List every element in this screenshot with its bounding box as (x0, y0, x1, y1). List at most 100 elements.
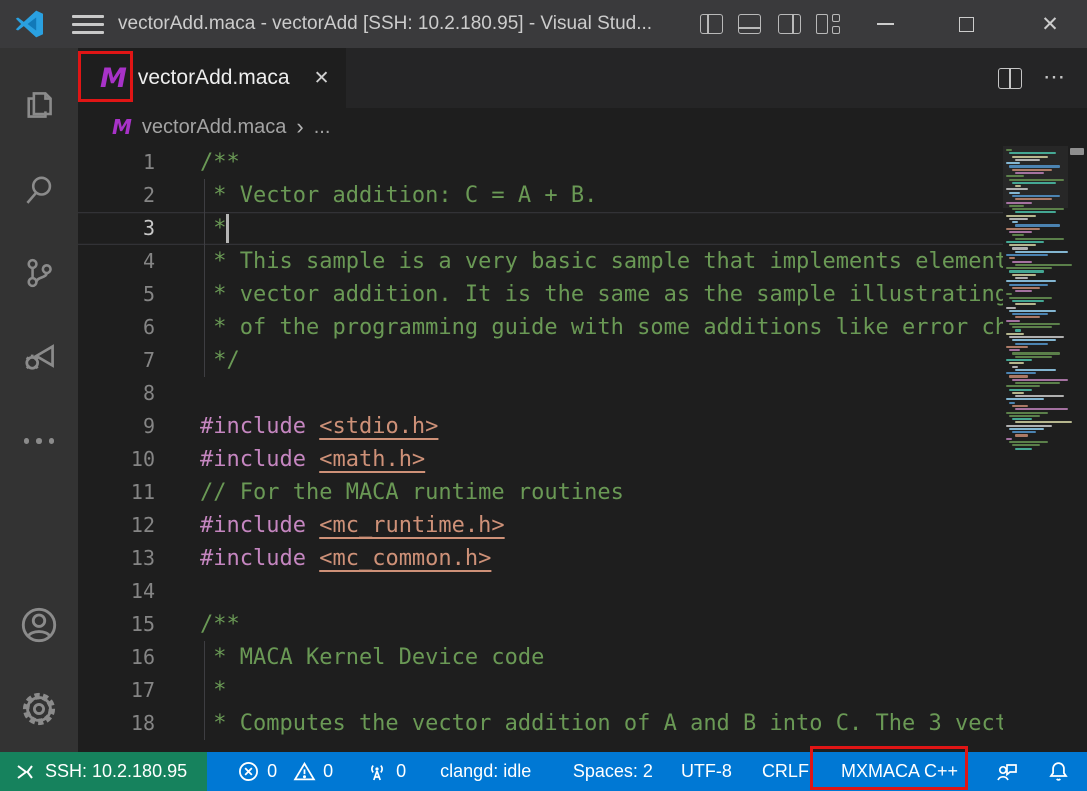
toggle-secondary-sidebar-icon[interactable] (778, 14, 801, 34)
remote-ssh-icon (14, 761, 36, 783)
code-line[interactable]: 5 * vector addition. It is the same as t… (78, 278, 1003, 311)
text-cursor (226, 214, 229, 243)
toggle-panel-icon[interactable] (738, 14, 761, 34)
code-line[interactable]: 14 (78, 575, 1003, 608)
line-number[interactable]: 1 (78, 146, 155, 179)
close-button[interactable]: ✕ (1027, 0, 1073, 48)
eol-status[interactable]: CRLF (762, 761, 809, 782)
code-line-text: * Vector addition: C = A + B. (200, 179, 1003, 212)
code-line[interactable]: 6 * of the programming guide with some a… (78, 311, 1003, 344)
close-icon: ✕ (1041, 14, 1059, 35)
code-line[interactable]: 12 #include <mc_runtime.h> (78, 509, 1003, 542)
line-number[interactable]: 7 (78, 344, 155, 377)
code-line[interactable]: 2 * Vector addition: C = A + B. (78, 179, 1003, 212)
error-count: 0 (267, 761, 277, 782)
activity-bar-more[interactable] (0, 406, 78, 476)
settings-button[interactable] (0, 674, 78, 744)
title-bar: vectorAdd.maca - vectorAdd [SSH: 10.2.18… (0, 0, 1087, 48)
error-icon (237, 760, 260, 783)
line-number[interactable]: 6 (78, 311, 155, 344)
encoding-status[interactable]: UTF-8 (681, 761, 732, 782)
code-line[interactable]: 1/** (78, 146, 1003, 179)
code-line[interactable]: 3 * (78, 212, 1003, 245)
broadcast-icon (365, 760, 389, 784)
sidebar-item-explorer[interactable] (0, 70, 78, 140)
code-line[interactable]: 7 */ (78, 344, 1003, 377)
code-line-text: * vector addition. It is the same as the… (200, 278, 1003, 311)
code-line[interactable]: 13 #include <mc_common.h> (78, 542, 1003, 575)
line-number[interactable]: 10 (78, 443, 155, 476)
sidebar-item-run-debug[interactable] (0, 321, 78, 391)
editor-scrollbar[interactable] (1068, 146, 1087, 752)
sidebar-item-search[interactable] (0, 155, 78, 225)
code-line[interactable]: 16 * MACA Kernel Device code (78, 641, 1003, 674)
minimize-button[interactable] (862, 0, 908, 48)
scrollbar-slider[interactable] (1070, 148, 1084, 155)
breadcrumb: M vectorAdd.maca › ... (78, 108, 1087, 146)
maximize-icon (959, 17, 974, 32)
code-line[interactable]: 18 * Computes the vector addition of A a… (78, 707, 1003, 740)
notifications-button[interactable] (1046, 759, 1071, 784)
code-line-text: #include <mc_runtime.h> (200, 509, 1003, 542)
search-icon (21, 172, 57, 208)
window-title: vectorAdd.maca - vectorAdd [SSH: 10.2.18… (118, 0, 652, 48)
line-number[interactable]: 9 (78, 410, 155, 443)
source-control-icon (21, 255, 57, 291)
sidebar-item-source-control[interactable] (0, 238, 78, 308)
code-line[interactable]: 17 * (78, 674, 1003, 707)
line-number[interactable]: 18 (78, 707, 155, 740)
minimap-content (1006, 149, 1064, 451)
line-number[interactable]: 8 (78, 377, 155, 410)
code-editor[interactable]: 1/**2 * Vector addition: C = A + B.3 *4 … (78, 146, 1003, 752)
code-line-text: #include <stdio.h> (200, 410, 1003, 443)
code-line[interactable]: 11// For the MACA runtime routines (78, 476, 1003, 509)
line-number[interactable]: 17 (78, 674, 155, 707)
toggle-sidebar-icon[interactable] (700, 14, 723, 34)
vscode-logo-icon (13, 8, 45, 40)
editor-actions-more-icon[interactable]: ⋯ (1040, 62, 1070, 92)
hamburger-menu-icon[interactable] (72, 15, 104, 34)
problems-status[interactable]: 0 0 (237, 760, 333, 783)
vscode-window: vectorAdd.maca - vectorAdd [SSH: 10.2.18… (0, 0, 1087, 791)
clangd-status[interactable]: clangd: idle (440, 761, 531, 782)
broadcast-count: 0 (396, 761, 406, 782)
line-number[interactable]: 4 (78, 245, 155, 278)
breadcrumb-symbol-more[interactable]: ... (314, 116, 331, 139)
minimap[interactable] (1003, 146, 1068, 752)
code-line[interactable]: 10#include <math.h> (78, 443, 1003, 476)
feedback-button[interactable] (994, 759, 1020, 785)
tab-close-icon[interactable]: ✕ (314, 67, 330, 90)
line-number[interactable]: 16 (78, 641, 155, 674)
code-line-text: #include <mc_common.h> (200, 542, 1003, 575)
line-number[interactable]: 2 (78, 179, 155, 212)
activity-bar (0, 48, 78, 752)
code-line[interactable]: 9 #include <stdio.h> (78, 410, 1003, 443)
remote-label: SSH: 10.2.180.95 (45, 761, 187, 782)
tab-label: vectorAdd.maca (138, 66, 290, 90)
bell-icon (1046, 759, 1071, 784)
line-number[interactable]: 14 (78, 575, 155, 608)
line-number[interactable]: 15 (78, 608, 155, 641)
code-line-text: * (200, 212, 1003, 245)
line-number[interactable]: 13 (78, 542, 155, 575)
code-line-text: * of the programming guide with some add… (200, 311, 1003, 344)
indentation-status[interactable]: Spaces: 2 (573, 761, 653, 782)
remote-indicator[interactable]: SSH: 10.2.180.95 (0, 752, 207, 791)
customize-layout-icon[interactable] (816, 14, 840, 34)
broadcast-status[interactable]: 0 (365, 760, 406, 784)
line-number[interactable]: 11 (78, 476, 155, 509)
line-number[interactable]: 5 (78, 278, 155, 311)
breadcrumb-file[interactable]: vectorAdd.maca (142, 116, 287, 139)
code-line-text: * This sample is a very basic sample tha… (200, 245, 1003, 278)
maximize-button[interactable] (943, 0, 989, 48)
accounts-button[interactable] (0, 590, 78, 660)
line-number[interactable]: 12 (78, 509, 155, 542)
code-line[interactable]: 8 (78, 377, 1003, 410)
maca-file-icon-small: M (112, 115, 132, 139)
annotation-box-tab-file-icon (78, 51, 133, 102)
code-line[interactable]: 4 * This sample is a very basic sample t… (78, 245, 1003, 278)
code-line[interactable]: 15/** (78, 608, 1003, 641)
line-number[interactable]: 3 (78, 212, 155, 245)
annotation-box-language-mode (810, 746, 968, 790)
split-editor-icon[interactable] (998, 68, 1022, 89)
